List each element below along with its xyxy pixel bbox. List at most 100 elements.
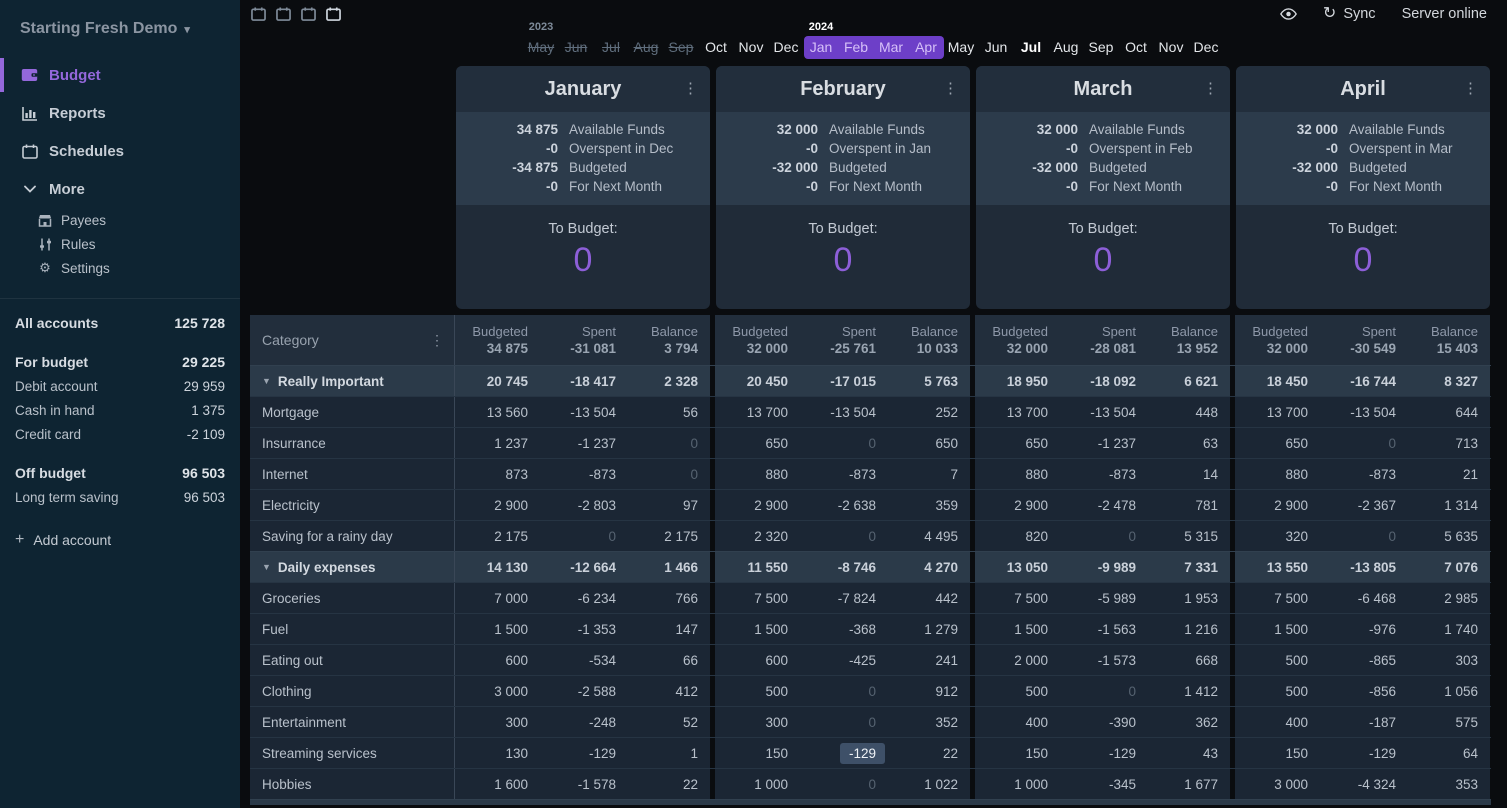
- budgeted-cell[interactable]: 820: [975, 521, 1060, 551]
- spent-cell[interactable]: -12 664: [540, 552, 628, 582]
- budgeted-cell[interactable]: 13 700: [1235, 397, 1320, 427]
- balance-cell[interactable]: 7 076: [1408, 552, 1490, 582]
- balance-cell[interactable]: 97: [628, 490, 710, 520]
- category-name-cell[interactable]: Saving for a rainy day: [250, 521, 455, 551]
- collapse-triangle-icon[interactable]: ▼: [262, 376, 271, 386]
- category-name-cell[interactable]: ▼Really Important: [250, 366, 455, 396]
- spent-cell[interactable]: 0: [540, 521, 628, 551]
- budgeted-cell[interactable]: 880: [1235, 459, 1320, 489]
- budgeted-cell[interactable]: 14 130: [455, 552, 540, 582]
- category-name-cell[interactable]: Internet: [250, 459, 455, 489]
- kebab-menu-icon[interactable]: ⋮: [1463, 79, 1478, 97]
- month-strip-item[interactable]: Oct: [1119, 36, 1154, 59]
- account-row[interactable]: Cash in hand1 375: [15, 398, 225, 422]
- budgeted-cell[interactable]: 650: [975, 428, 1060, 458]
- category-name-cell[interactable]: Eating out: [250, 645, 455, 675]
- budgeted-cell[interactable]: 13 050: [975, 552, 1060, 582]
- balance-cell[interactable]: 362: [1148, 707, 1230, 737]
- sidebar-item-reports[interactable]: Reports: [0, 94, 240, 132]
- balance-cell[interactable]: 1 314: [1408, 490, 1490, 520]
- spent-cell[interactable]: -18 417: [540, 366, 628, 396]
- column-header[interactable]: Spent-31 081: [540, 315, 628, 365]
- balance-cell[interactable]: 303: [1408, 645, 1490, 675]
- spent-cell[interactable]: 0: [800, 521, 888, 551]
- spent-cell[interactable]: 0: [1320, 428, 1408, 458]
- spent-cell[interactable]: -129: [1320, 738, 1408, 768]
- balance-cell[interactable]: 22: [888, 738, 970, 768]
- view-4-months-icon[interactable]: [325, 7, 342, 21]
- category-name-cell[interactable]: Electricity: [250, 490, 455, 520]
- balance-cell[interactable]: 14: [1148, 459, 1230, 489]
- sidebar-item-settings[interactable]: ⚙Settings: [0, 256, 240, 280]
- budgeted-cell[interactable]: 2 900: [455, 490, 540, 520]
- spent-cell[interactable]: -13 504: [540, 397, 628, 427]
- month-strip-item[interactable]: Dec: [769, 36, 804, 59]
- balance-cell[interactable]: 412: [628, 676, 710, 706]
- spent-cell[interactable]: -129: [1060, 738, 1148, 768]
- spent-cell[interactable]: -2 588: [540, 676, 628, 706]
- column-header[interactable]: Spent-30 549: [1320, 315, 1408, 365]
- column-header[interactable]: Balance3 794: [628, 315, 710, 365]
- balance-cell[interactable]: 781: [1148, 490, 1230, 520]
- budgeted-cell[interactable]: 300: [715, 707, 800, 737]
- column-header[interactable]: Spent-25 761: [800, 315, 888, 365]
- spent-cell[interactable]: -8 746: [800, 552, 888, 582]
- column-header[interactable]: Spent-28 081: [1060, 315, 1148, 365]
- balance-cell[interactable]: 1 677: [1148, 769, 1230, 799]
- month-strip-item[interactable]: Oct: [699, 36, 734, 59]
- spent-cell[interactable]: -13 805: [1320, 552, 1408, 582]
- month-strip-item[interactable]: Jul: [1014, 36, 1049, 59]
- sidebar-item-schedules[interactable]: Schedules: [0, 132, 240, 170]
- spent-cell[interactable]: -16 744: [1320, 366, 1408, 396]
- spent-cell[interactable]: -873: [1320, 459, 1408, 489]
- account-row[interactable]: Long term saving96 503: [15, 485, 225, 509]
- balance-cell[interactable]: 766: [628, 583, 710, 613]
- budgeted-cell[interactable]: 500: [715, 676, 800, 706]
- balance-cell[interactable]: 52: [628, 707, 710, 737]
- month-strip-item[interactable]: Apr: [909, 36, 944, 59]
- spent-cell[interactable]: -1 563: [1060, 614, 1148, 644]
- month-strip-item[interactable]: Dec: [1189, 36, 1224, 59]
- spent-cell[interactable]: -1 353: [540, 614, 628, 644]
- spent-cell[interactable]: -129: [540, 738, 628, 768]
- month-strip-item[interactable]: Jul: [594, 36, 629, 59]
- spent-cell[interactable]: -368: [800, 614, 888, 644]
- column-header[interactable]: Budgeted32 000: [1235, 315, 1320, 365]
- balance-cell[interactable]: 1 279: [888, 614, 970, 644]
- budgeted-cell[interactable]: 320: [1235, 521, 1320, 551]
- collapse-triangle-icon[interactable]: ▼: [262, 562, 271, 572]
- balance-cell[interactable]: 352: [888, 707, 970, 737]
- balance-cell[interactable]: 8 327: [1408, 366, 1490, 396]
- privacy-eye-button[interactable]: [1280, 7, 1297, 21]
- spent-cell[interactable]: -873: [800, 459, 888, 489]
- month-strip-item[interactable]: May: [524, 36, 559, 59]
- category-name-cell[interactable]: Insurrance: [250, 428, 455, 458]
- month-strip-item[interactable]: Aug: [629, 36, 664, 59]
- spent-cell[interactable]: -9 989: [1060, 552, 1148, 582]
- balance-cell[interactable]: 912: [888, 676, 970, 706]
- spent-cell[interactable]: -2 803: [540, 490, 628, 520]
- spent-cell[interactable]: -865: [1320, 645, 1408, 675]
- spent-cell[interactable]: -390: [1060, 707, 1148, 737]
- month-strip-item[interactable]: Mar: [874, 36, 909, 59]
- add-account-button[interactable]: +Add account: [15, 531, 225, 549]
- balance-cell[interactable]: 1 740: [1408, 614, 1490, 644]
- column-header[interactable]: Budgeted34 875: [455, 315, 540, 365]
- balance-cell[interactable]: 5 635: [1408, 521, 1490, 551]
- budgeted-cell[interactable]: 880: [715, 459, 800, 489]
- budgeted-cell[interactable]: 2 320: [715, 521, 800, 551]
- spent-cell[interactable]: 0: [800, 676, 888, 706]
- spent-cell[interactable]: -1 578: [540, 769, 628, 799]
- budgeted-cell[interactable]: 150: [715, 738, 800, 768]
- budgeted-cell[interactable]: 20 745: [455, 366, 540, 396]
- budgeted-cell[interactable]: 2 175: [455, 521, 540, 551]
- balance-cell[interactable]: 713: [1408, 428, 1490, 458]
- category-name-cell[interactable]: Streaming services: [250, 738, 455, 768]
- budgeted-cell[interactable]: 2 900: [715, 490, 800, 520]
- budgeted-cell[interactable]: 11 550: [715, 552, 800, 582]
- budgeted-cell[interactable]: 3 000: [1235, 769, 1320, 799]
- spent-cell[interactable]: -17 015: [800, 366, 888, 396]
- category-name-cell[interactable]: ▼Daily expenses: [250, 552, 455, 582]
- to-budget-value[interactable]: 0: [716, 241, 970, 280]
- spent-cell[interactable]: -13 504: [1060, 397, 1148, 427]
